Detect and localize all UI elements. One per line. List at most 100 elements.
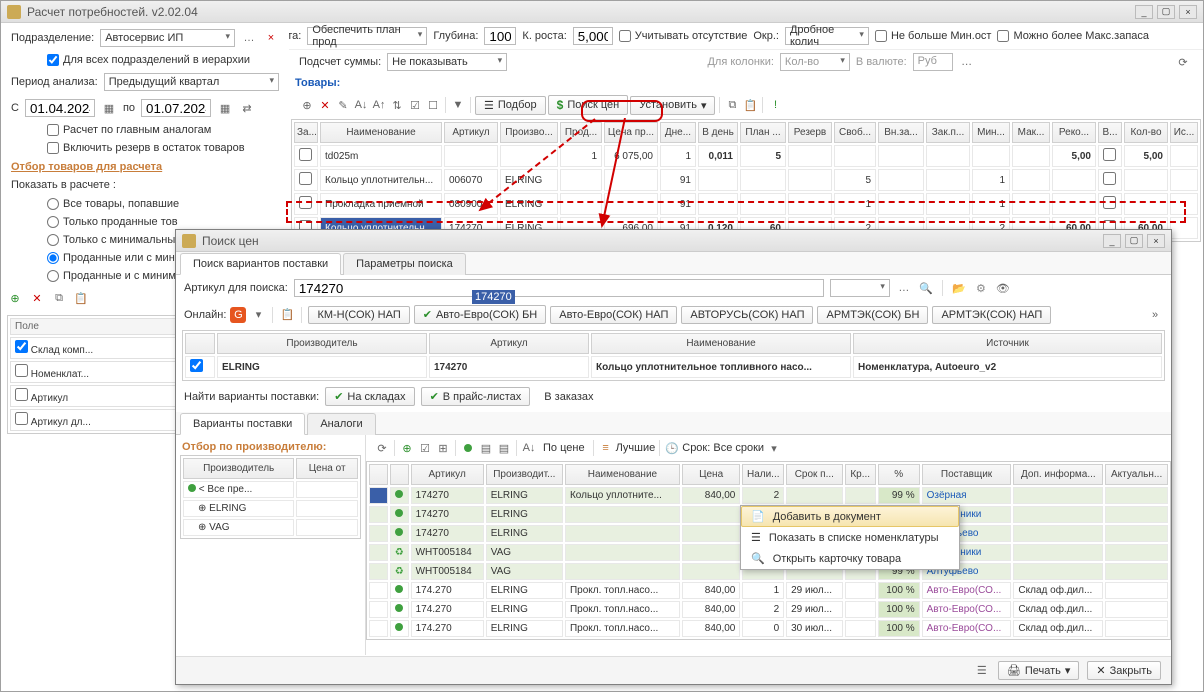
tab-analogs[interactable]: Аналоги <box>307 413 375 435</box>
close-button-2[interactable]: ✕ Закрыть <box>1087 661 1161 680</box>
doc-icon[interactable]: 📋 <box>279 307 295 323</box>
edit-icon[interactable]: ✎ <box>335 97 351 113</box>
minimize-button[interactable]: _ <box>1103 234 1121 248</box>
tree-item-all[interactable]: < Все пре... <box>183 481 358 498</box>
sum-select[interactable]: Не показывать <box>387 53 507 71</box>
sort-icon[interactable]: A↓ <box>521 440 537 456</box>
check-icon[interactable]: ☑ <box>407 97 423 113</box>
copy-icon[interactable]: ⧉ <box>51 290 67 306</box>
paste-icon[interactable]: 📋 <box>73 290 89 306</box>
green-bullet-icon[interactable] <box>460 440 476 456</box>
round-select[interactable]: Дробное колич <box>785 27 869 45</box>
on-stock-btn[interactable]: ✔ На складах <box>325 387 414 406</box>
calendar-icon[interactable]: ▦ <box>101 100 117 116</box>
stop-icon[interactable]: G <box>230 307 246 323</box>
poisk-cen-button[interactable]: $Поиск цен <box>548 95 629 115</box>
by-analogs-chk[interactable] <box>47 124 59 136</box>
provider-btn-avto-bn[interactable]: ✔ Авто-Евро(СОК) БН <box>414 305 546 324</box>
provider-btn-km[interactable]: КМ-Н(СОК) НАП <box>308 306 409 324</box>
grid-row[interactable]: 174.270ELRING Прокл. топл.насо...840,00 … <box>369 620 1168 637</box>
maximize-button[interactable]: ▢ <box>1157 5 1175 19</box>
ctx-show-list[interactable]: ☰ Показать в списке номенклатуры <box>741 527 959 548</box>
search-icon[interactable]: 🔍 <box>918 280 934 296</box>
can-more-max-chk[interactable]: Можно более Макс.запаса <box>997 30 1149 42</box>
minimize-button[interactable]: _ <box>1135 5 1153 19</box>
goods-grid[interactable]: За...НаименованиеАртикул Произво...Прод.… <box>291 119 1201 242</box>
in-orders-label[interactable]: В заказах <box>536 389 601 405</box>
sort-az-icon[interactable]: A↓ <box>353 97 369 113</box>
tab-search-params[interactable]: Параметры поиска <box>343 253 466 275</box>
print-button[interactable]: 🖨 Печать ▾ <box>998 661 1080 680</box>
grid-row[interactable]: td025m 16 075,00 10,011 5 5,00 5,00 <box>294 145 1198 167</box>
include-reserve-chk[interactable] <box>47 142 59 154</box>
chevron-icon[interactable]: » <box>1147 307 1163 323</box>
grid-row[interactable]: 174.270ELRING Прокл. топл.насо...840,00 … <box>369 582 1168 599</box>
delete-icon[interactable]: ✕ <box>29 290 45 306</box>
provider-btn-avto-nap[interactable]: Авто-Евро(СОК) НАП <box>550 306 677 324</box>
selected-row[interactable]: ELRING 174270 Кольцо уплотнительное топл… <box>185 356 1162 378</box>
refresh-icon[interactable]: ⟳ <box>374 440 390 456</box>
run-icon[interactable]: ! <box>767 97 783 113</box>
radio-min[interactable] <box>47 234 59 246</box>
grid-row[interactable]: 174270ELRING Кольцо уплотните...840,00 2… <box>369 487 1168 504</box>
ellipsis-icon[interactable]: … <box>896 280 912 296</box>
for-col-select[interactable]: Кол-во <box>780 53 850 71</box>
chevron-down-icon[interactable]: ▾ <box>766 440 782 456</box>
subdivision-select[interactable]: Автосервис ИП <box>100 29 235 47</box>
expand-icon[interactable]: ⊞ <box>435 440 451 456</box>
best-icon[interactable]: ≡ <box>598 440 614 456</box>
to-date[interactable] <box>141 99 211 117</box>
add-row-icon[interactable]: ⊕ <box>299 97 315 113</box>
ellipsis-icon-2[interactable]: … <box>959 54 975 70</box>
folder-icon[interactable]: 📂 <box>951 280 967 296</box>
podbor-button[interactable]: ☰Подбор <box>475 96 546 115</box>
filter-icon[interactable]: ▼ <box>450 97 466 113</box>
grid-header-row[interactable]: За...НаименованиеАртикул Произво...Прод.… <box>294 122 1198 143</box>
close-button[interactable]: × <box>1147 234 1165 248</box>
paste-icon-2[interactable]: 📋 <box>742 97 758 113</box>
b-icon[interactable]: ▤ <box>496 440 512 456</box>
binoculars-icon[interactable]: 👁 <box>995 280 1011 296</box>
calendar-icon-2[interactable]: ▦ <box>217 100 233 116</box>
check-icon[interactable]: ☑ <box>417 440 433 456</box>
best-label[interactable]: Лучшие <box>616 442 656 454</box>
tree-item[interactable]: ⊕ VAG <box>183 519 358 536</box>
ustanovit-button[interactable]: Установить ▾ <box>630 96 715 115</box>
grid-row[interactable]: Прокладка приемной080900ELRING 91 1 1 <box>294 193 1198 215</box>
depth-input[interactable] <box>484 27 516 45</box>
tab-variants[interactable]: Варианты поставки <box>180 413 305 435</box>
plus-icon[interactable]: ⊕ <box>399 440 415 456</box>
tab-search-variants[interactable]: Поиск вариантов поставки <box>180 253 341 275</box>
by-price-label[interactable]: По цене <box>539 442 589 454</box>
dropdown-icon[interactable]: ▾ <box>250 307 266 323</box>
provider-btn-avtorus[interactable]: АВТОРУСЬ(СОК) НАП <box>681 306 813 324</box>
del-row-icon[interactable]: ✕ <box>317 97 333 113</box>
arrows-icon[interactable]: ⇅ <box>389 97 405 113</box>
preview-icon[interactable]: ☰ <box>974 663 990 679</box>
ellipsis-icon[interactable]: … <box>241 30 257 46</box>
ctx-add-to-doc[interactable]: 📄 Добавить в документ <box>741 506 959 527</box>
selected-article-grid[interactable]: ПроизводительАртикулНаименованиеИсточник… <box>182 330 1165 381</box>
close-button[interactable]: × <box>1179 5 1197 19</box>
a-icon[interactable]: ▤ <box>478 440 494 456</box>
maximize-button[interactable]: ▢ <box>1125 234 1143 248</box>
tree-item[interactable]: ⊕ ELRING <box>183 500 358 517</box>
clock-icon[interactable]: 🕒 <box>664 440 680 456</box>
article-input[interactable] <box>294 279 824 297</box>
radio-sold[interactable] <box>47 216 59 228</box>
radio-all[interactable] <box>47 198 59 210</box>
in-price-btn[interactable]: ✔ В прайс-листах <box>421 387 531 406</box>
period-select[interactable]: Предыдущий квартал <box>104 73 279 91</box>
provider-btn-armtek-nap[interactable]: АРМТЭК(СОК) НАП <box>932 306 1051 324</box>
radio-sold-and-min[interactable] <box>47 270 59 282</box>
gear-icon[interactable]: ⚙ <box>973 280 989 296</box>
provider-btn-armtek-bn[interactable]: АРМТЭК(СОК) БН <box>817 306 928 324</box>
refresh-icon[interactable]: ⟳ <box>1175 54 1191 70</box>
copy-icon-2[interactable]: ⧉ <box>724 97 740 113</box>
ctx-open-card[interactable]: 🔍 Открыть карточку товара <box>741 548 959 569</box>
no-more-min-chk[interactable]: Не больше Мин.ост <box>875 30 992 42</box>
srok-label[interactable]: Срок: Все сроки <box>682 442 764 454</box>
consider-absence-chk[interactable]: Учитывать отсутствие <box>619 30 748 42</box>
uncheck-icon[interactable]: ☐ <box>425 97 441 113</box>
swap-icon[interactable]: ⇄ <box>239 100 255 116</box>
